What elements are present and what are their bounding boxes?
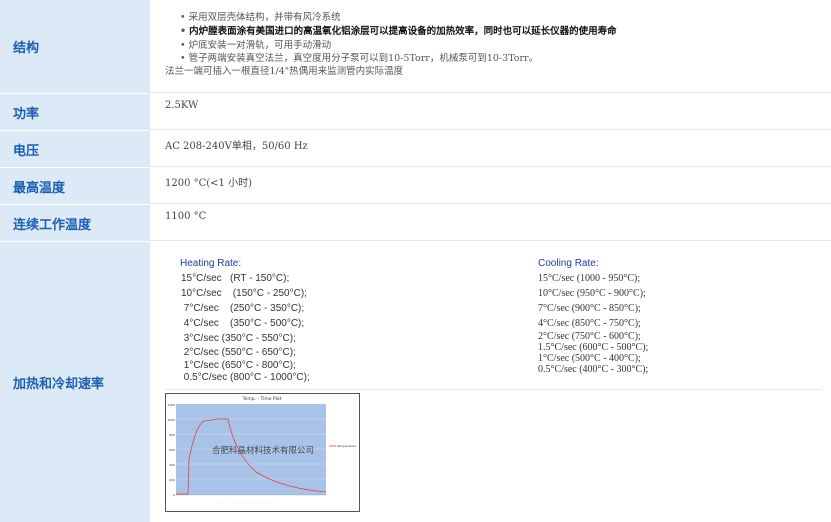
cooling-line: 0.5°C/sec (400°C - 300°C); [538, 364, 649, 375]
value-power: 2.5KW [150, 93, 831, 130]
plot-watermark: 合肥科晶材料技术有限公司 [212, 445, 314, 456]
cooling-line: 2°C/sec (750°C - 600°C); [538, 331, 641, 342]
heating-line: 7°C/sec (250°C - 350°C); [181, 303, 305, 314]
voltage-value: AC 208-240V单相，50/60 Hz [165, 141, 308, 152]
value-structure: • 采用双层壳体结构，并带有风冷系统 • 内炉膛表面涂有美国进口的高温氧化铝涂层可以… [150, 0, 831, 93]
ytick: 1000 [167, 418, 175, 422]
cooling-title: Cooling Rate: [538, 258, 599, 269]
label-power: 功率 [0, 94, 150, 130]
heating-line: 1°C/sec (650°C - 800°C); [181, 360, 296, 371]
label-power-text: 功率 [13, 106, 40, 122]
cooling-line: 7°C/sec (900°C - 850°C); [538, 303, 641, 314]
structure-bullet-1-text: 采用双层壳体结构，并带有风冷系统 [188, 12, 341, 23]
max-temp-value: 1200 °C(<1 小时) [165, 178, 253, 189]
ytick: 0 [173, 493, 175, 497]
label-cont-temp: 连续工作温度 [0, 205, 150, 241]
rates-divider [165, 389, 821, 390]
structure-bullet-1: • 采用双层壳体结构，并带有风冷系统 [180, 9, 341, 23]
power-value: 2.5KW [165, 100, 199, 111]
label-rates-text: 加热和冷却速率 [13, 376, 105, 392]
heating-line: 2°C/sec (550°C - 650°C); [181, 347, 296, 358]
cont-temp-value: 1100 °C [165, 211, 207, 222]
heating-line: 4°C/sec (350°C - 500°C); [181, 318, 305, 329]
structure-bullet-2: • 内炉膛表面涂有美国进口的高温氧化铝涂层可以提高设备的加热效率，同时也可以延长仪… [180, 23, 617, 37]
ytick: 600 [169, 448, 175, 452]
cooling-line: 10°C/sec (950°C - 900°C); [538, 288, 646, 299]
plot-xtick-row: · · · · · · · · · · · · · · · · · · · · … [215, 501, 277, 504]
plot-title: Temp. - Time Plot [242, 396, 282, 402]
label-voltage: 电压 [0, 131, 150, 167]
value-voltage: AC 208-240V单相，50/60 Hz [150, 130, 831, 167]
label-max-temp: 最高温度 [0, 168, 150, 204]
label-max-temp-text: 最高温度 [13, 180, 66, 196]
temp-time-plot-svg: Temp. - Time Plot 1200 1000 800 600 400 … [167, 396, 356, 504]
bullet-dot-icon: • [180, 26, 187, 37]
temp-time-plot: Temp. - Time Plot 1200 1000 800 600 400 … [165, 393, 360, 512]
heating-line: 15°C/sec (RT - 150°C); [181, 273, 290, 284]
label-voltage-text: 电压 [13, 143, 40, 159]
structure-note: 法兰一端可插入一根直径1/4"热偶用来监测管内实际温度 [165, 66, 404, 77]
legend-label: Temperature [336, 444, 356, 448]
ytick: 400 [169, 463, 175, 467]
label-structure-text: 结构 [13, 41, 40, 56]
cooling-line: 1°C/sec (500°C - 400°C); [538, 353, 641, 364]
cooling-line: 1.5°C/sec (600°C - 500°C); [538, 342, 649, 353]
cooling-line: 15°C/sec (1000 - 950°C); [538, 273, 641, 284]
heating-title: Heating Rate: [180, 258, 242, 269]
value-cont-temp: 1100 °C [150, 204, 831, 241]
cooling-line: 4°C/sec (850°C - 750°C); [538, 318, 641, 329]
label-structure: 结构 [0, 0, 150, 93]
value-max-temp: 1200 °C(<1 小时) [150, 167, 831, 204]
bullet-dot-icon: • [180, 12, 186, 23]
structure-bullet-2-text: 内炉膛表面涂有美国进口的高温氧化铝涂层可以提高设备的加热效率，同时也可以延长仪器… [189, 26, 617, 37]
heating-line: 10°C/sec (150°C - 250°C); [181, 288, 307, 299]
structure-bullet-4: • 管子两端安装真空法兰，真空度用分子泵可以到10-5Torr，机械泵可到10-3… [180, 50, 538, 64]
structure-bullet-3: • 炉底安装一对滑轨，可用手动滑动 [180, 37, 331, 51]
ytick: 200 [169, 478, 175, 482]
label-rates: 加热和冷却速率 [0, 242, 150, 522]
heating-line: 0.5°C/sec (800°C - 1000°C); [181, 372, 310, 383]
ytick: 1200 [167, 403, 175, 407]
label-cont-temp-text: 连续工作温度 [13, 217, 92, 233]
ytick: 800 [169, 433, 175, 437]
spec-table: 结构 • 采用双层壳体结构，并带有风冷系统 • 内炉膛表面涂有美国进口的高温氧化铝涂… [0, 0, 831, 522]
heating-line: 3°C/sec (350°C - 550°C); [181, 333, 296, 344]
plot-yticks: 1200 1000 800 600 400 200 0 [167, 403, 175, 497]
